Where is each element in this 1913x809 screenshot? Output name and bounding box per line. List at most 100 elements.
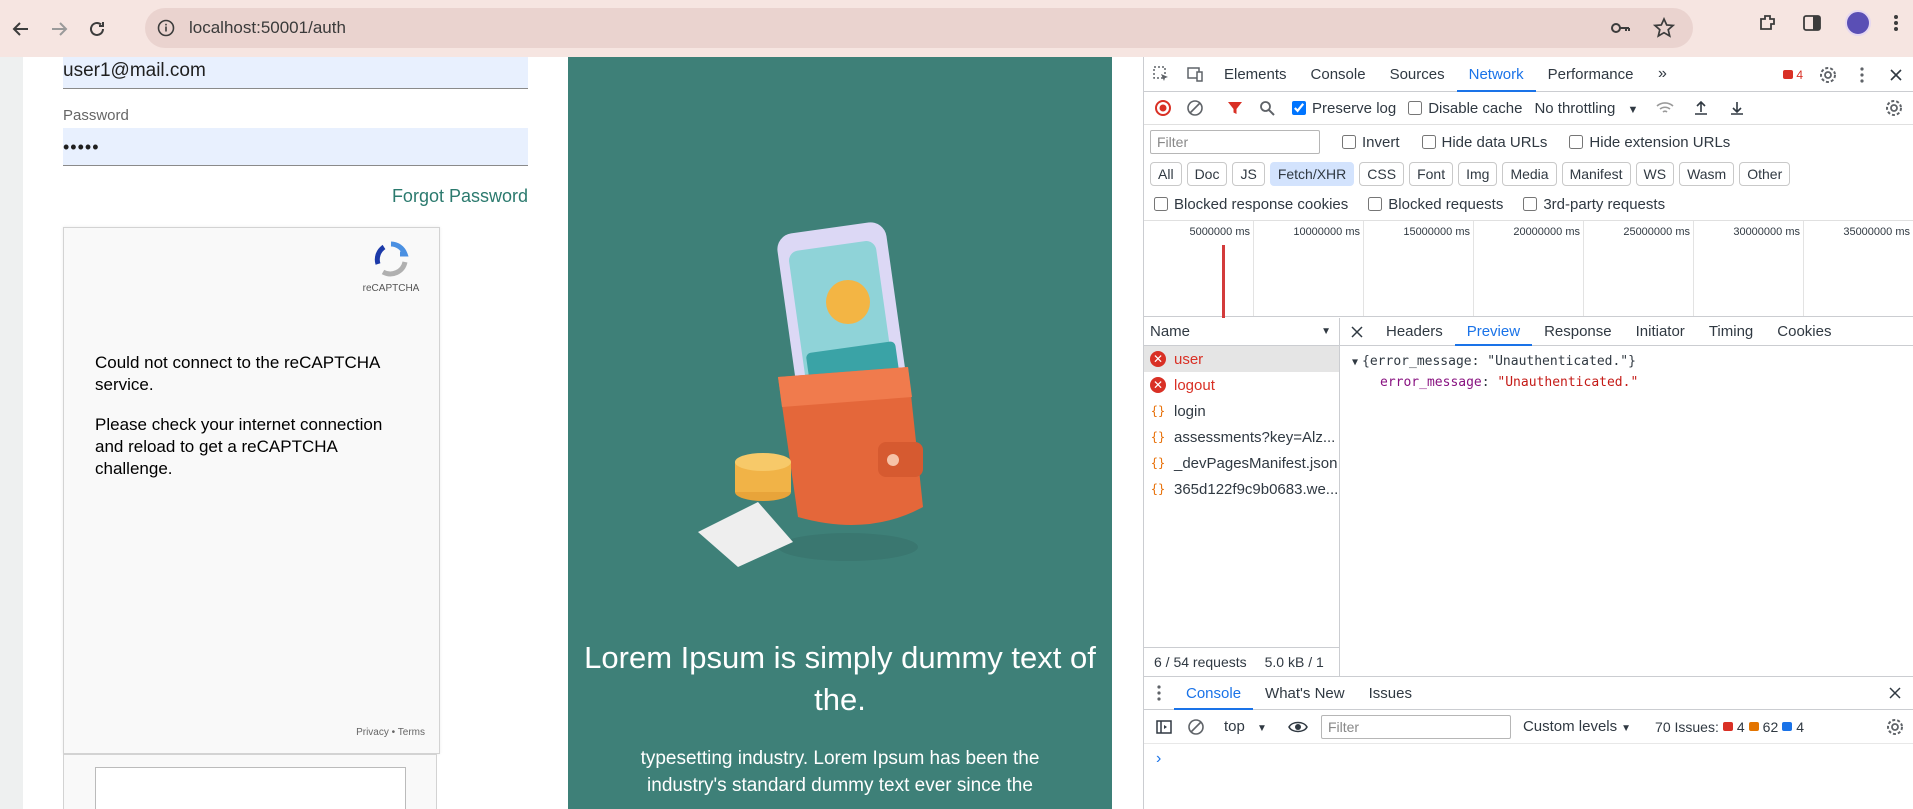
drawer-tab-console[interactable]: Console xyxy=(1174,677,1254,710)
console-filter-input[interactable]: Filter xyxy=(1320,714,1511,739)
detail-tab-headers[interactable]: Headers xyxy=(1374,318,1455,346)
detail-tab-initiator[interactable]: Initiator xyxy=(1624,318,1697,346)
back-button[interactable] xyxy=(4,12,38,46)
third-party-input[interactable] xyxy=(1523,197,1538,211)
console-clear-icon[interactable] xyxy=(1184,709,1208,744)
extensions-icon[interactable] xyxy=(1757,12,1779,34)
clear-log-icon[interactable] xyxy=(1182,91,1208,126)
console-sidebar-icon[interactable] xyxy=(1152,709,1176,744)
json-summary: {error_message: "Unauthenticated."} xyxy=(1362,354,1636,369)
email-field[interactable]: user1@mail.com xyxy=(63,57,528,89)
blocked-requests-input[interactable] xyxy=(1368,197,1383,211)
timeline-tick: 5000000 ms xyxy=(1144,221,1254,316)
disable-cache-checkbox[interactable]: Disable cache xyxy=(1408,100,1522,117)
network-timeline-overview[interactable]: 5000000 ms 10000000 ms 15000000 ms 20000… xyxy=(1144,220,1913,318)
hide-data-urls-checkbox[interactable]: Hide data URLs xyxy=(1421,134,1547,151)
more-tabs-icon[interactable]: » xyxy=(1646,57,1680,92)
bookmark-star-icon[interactable] xyxy=(1653,17,1675,39)
type-filter-other[interactable]: Other xyxy=(1739,162,1791,186)
profile-avatar[interactable] xyxy=(1845,10,1871,36)
side-panel-icon[interactable] xyxy=(1801,12,1823,34)
import-har-icon[interactable] xyxy=(1686,91,1716,126)
type-filter-font[interactable]: Font xyxy=(1409,162,1454,186)
close-detail-icon[interactable] xyxy=(1340,314,1374,349)
context-select[interactable]: top ▼ xyxy=(1224,718,1267,735)
error-count-badge[interactable]: 4 xyxy=(1775,68,1811,82)
network-filter-input[interactable]: Filter xyxy=(1150,130,1320,154)
request-row[interactable]: {} login xyxy=(1144,398,1339,424)
blocked-cookies-input[interactable] xyxy=(1154,197,1168,211)
third-party-checkbox[interactable]: 3rd-party requests xyxy=(1523,196,1665,213)
type-filter-ws[interactable]: WS xyxy=(1635,162,1675,186)
disable-cache-input[interactable] xyxy=(1408,101,1423,115)
address-bar[interactable]: localhost:50001/auth xyxy=(145,8,1693,48)
name-column-header[interactable]: Name ▼ xyxy=(1144,318,1339,346)
devtools-tab-elements[interactable]: Elements xyxy=(1212,57,1299,92)
search-icon[interactable] xyxy=(1254,91,1280,126)
forward-button[interactable] xyxy=(42,12,76,46)
devtools-tab-sources[interactable]: Sources xyxy=(1378,57,1457,92)
password-field[interactable]: ••••• xyxy=(63,128,528,166)
hide-extension-urls-input[interactable] xyxy=(1569,135,1584,149)
expand-triangle-icon[interactable]: ▼ xyxy=(1352,357,1358,368)
log-levels-select[interactable]: Custom levels ▼ xyxy=(1523,718,1631,735)
filter-funnel-icon[interactable] xyxy=(1222,91,1248,126)
blocked-requests-checkbox[interactable]: Blocked requests xyxy=(1368,196,1503,213)
request-row[interactable]: ✕ logout xyxy=(1144,372,1339,398)
console-prompt[interactable]: › xyxy=(1144,744,1913,768)
type-filter-js[interactable]: JS xyxy=(1232,162,1265,186)
key-icon[interactable] xyxy=(1609,17,1631,39)
type-filter-wasm[interactable]: Wasm xyxy=(1679,162,1735,186)
type-filter-css[interactable]: CSS xyxy=(1359,162,1405,186)
export-har-icon[interactable] xyxy=(1722,91,1752,126)
type-filter-media[interactable]: Media xyxy=(1502,162,1557,186)
terms-link[interactable]: Terms xyxy=(398,727,425,738)
network-settings-icon[interactable] xyxy=(1879,91,1909,126)
preserve-log-input[interactable] xyxy=(1292,101,1306,115)
type-filter-img[interactable]: Img xyxy=(1458,162,1498,186)
type-filter-all[interactable]: All xyxy=(1150,162,1182,186)
live-expression-eye-icon[interactable] xyxy=(1283,709,1313,744)
forgot-password-link[interactable]: Forgot Password xyxy=(392,186,528,207)
close-drawer-icon[interactable] xyxy=(1880,676,1910,711)
hide-extension-urls-checkbox[interactable]: Hide extension URLs xyxy=(1569,134,1730,151)
type-filter-manifest[interactable]: Manifest xyxy=(1561,162,1631,186)
request-row[interactable]: {} assessments?key=Alz... xyxy=(1144,424,1339,450)
detail-tab-response[interactable]: Response xyxy=(1532,318,1624,346)
hide-data-urls-input[interactable] xyxy=(1421,135,1436,149)
invert-input[interactable] xyxy=(1342,135,1356,149)
record-stop-icon[interactable] xyxy=(1150,91,1176,126)
request-row[interactable]: ✕ user xyxy=(1144,346,1339,372)
detail-tab-timing[interactable]: Timing xyxy=(1697,318,1765,346)
preserve-log-checkbox[interactable]: Preserve log xyxy=(1292,100,1396,117)
network-conditions-icon[interactable] xyxy=(1650,91,1680,126)
settings-gear-icon[interactable] xyxy=(1811,57,1845,92)
request-row[interactable]: {} 365d122f9c9b0683.we... xyxy=(1144,476,1339,502)
reload-button[interactable] xyxy=(80,12,114,46)
throttling-select[interactable]: No throttling ▼ xyxy=(1534,100,1638,117)
detail-tab-cookies[interactable]: Cookies xyxy=(1765,318,1843,346)
devtools-tab-network[interactable]: Network xyxy=(1456,57,1536,92)
detail-tab-preview[interactable]: Preview xyxy=(1454,318,1533,346)
invert-checkbox[interactable]: Invert xyxy=(1342,134,1400,151)
site-info-icon[interactable] xyxy=(155,17,177,39)
drawer-tab-whats-new[interactable]: What's New xyxy=(1253,677,1357,710)
type-filter-doc[interactable]: Doc xyxy=(1186,162,1228,186)
devtools-menu-icon[interactable] xyxy=(1845,57,1879,92)
hero-panel: Lorem Ipsum is simply dummy text of the.… xyxy=(568,57,1112,809)
request-row[interactable]: {} _devPagesManifest.json xyxy=(1144,450,1339,476)
browser-menu-icon[interactable] xyxy=(1893,13,1899,33)
close-devtools-icon[interactable] xyxy=(1879,57,1913,92)
inspect-element-icon[interactable] xyxy=(1144,57,1178,92)
json-summary-row[interactable]: ▼ {error_message: "Unauthenticated."} xyxy=(1352,352,1913,373)
drawer-menu-icon[interactable] xyxy=(1144,676,1174,711)
type-filter-fetch-xhr[interactable]: Fetch/XHR xyxy=(1269,162,1355,186)
blocked-cookies-checkbox[interactable]: Blocked response cookies xyxy=(1154,196,1348,213)
drawer-tab-issues[interactable]: Issues xyxy=(1357,677,1424,710)
device-toolbar-icon[interactable] xyxy=(1178,57,1212,92)
devtools-tab-performance[interactable]: Performance xyxy=(1536,57,1646,92)
issues-counter[interactable]: 70 Issues: 4 62 4 xyxy=(1655,719,1804,735)
devtools-tab-console[interactable]: Console xyxy=(1299,57,1378,92)
console-settings-icon[interactable] xyxy=(1880,709,1910,744)
privacy-link[interactable]: Privacy xyxy=(356,727,389,738)
